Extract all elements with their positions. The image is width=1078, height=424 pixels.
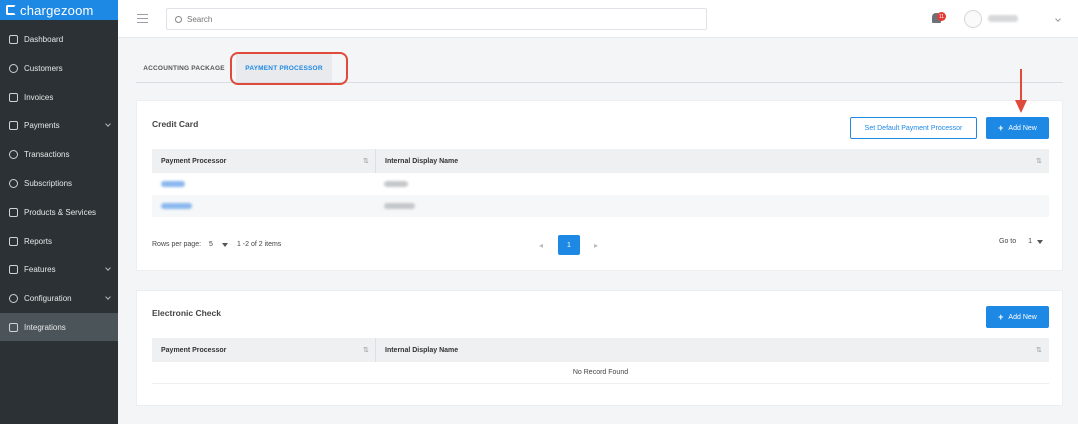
sidebar-item-label: Features bbox=[24, 264, 56, 274]
button-label: Add New bbox=[1008, 313, 1037, 321]
column-header-payment-processor[interactable]: Payment Processor bbox=[152, 338, 226, 362]
table-header: Payment Processor ⇅ Internal Display Nam… bbox=[152, 338, 1049, 362]
caret-down-icon[interactable] bbox=[1037, 239, 1044, 244]
plus-icon: + bbox=[998, 312, 1004, 322]
search-box[interactable] bbox=[166, 8, 707, 30]
table-row bbox=[152, 173, 1049, 195]
avatar[interactable] bbox=[964, 10, 982, 28]
integration-icon bbox=[9, 322, 18, 332]
chevron-down-icon bbox=[105, 294, 111, 300]
table-row bbox=[152, 195, 1049, 217]
caret-down-icon[interactable] bbox=[221, 242, 228, 247]
sidebar-item-transactions[interactable]: Transactions bbox=[0, 140, 118, 168]
page-number-button[interactable]: 1 bbox=[558, 235, 580, 255]
search-icon bbox=[175, 15, 182, 23]
notification-badge: 11 bbox=[937, 12, 946, 21]
tag-icon bbox=[9, 264, 18, 274]
sidebar: chargezoom Dashboard Customers Invoices … bbox=[0, 0, 118, 424]
sidebar-item-label: Integrations bbox=[24, 322, 66, 332]
chevron-down-icon bbox=[105, 121, 111, 127]
sidebar-item-subscriptions[interactable]: Subscriptions bbox=[0, 169, 118, 197]
set-default-processor-button[interactable]: Set Default Payment Processor bbox=[850, 117, 977, 139]
table-header: Payment Processor ⇅ Internal Display Nam… bbox=[152, 149, 1049, 173]
column-header-internal-display-name[interactable]: Internal Display Name bbox=[376, 338, 458, 362]
app-logo[interactable]: chargezoom bbox=[0, 0, 118, 20]
user-name-redacted[interactable] bbox=[988, 15, 1018, 22]
sort-icon[interactable]: ⇅ bbox=[363, 346, 369, 354]
sidebar-item-integrations[interactable]: Integrations bbox=[0, 313, 118, 341]
electronic-check-table: Payment Processor ⇅ Internal Display Nam… bbox=[152, 338, 1049, 385]
rows-per-page-label: Rows per page: bbox=[152, 241, 202, 248]
sidebar-item-label: Invoices bbox=[24, 92, 54, 102]
sidebar-item-label: Transactions bbox=[24, 149, 70, 159]
home-icon bbox=[9, 34, 18, 44]
section-title: Credit Card bbox=[152, 119, 199, 129]
app-name: chargezoom bbox=[20, 2, 94, 18]
sidebar-item-reports[interactable]: Reports bbox=[0, 227, 118, 255]
refresh-icon bbox=[9, 178, 18, 188]
box-icon bbox=[9, 207, 18, 217]
range-text: 1 -2 of 2 items bbox=[236, 241, 282, 248]
chevron-down-icon[interactable] bbox=[1055, 16, 1061, 22]
sidebar-item-products-services[interactable]: Products & Services bbox=[0, 198, 118, 226]
invoice-icon bbox=[9, 92, 18, 102]
bar-chart-icon bbox=[9, 236, 18, 246]
sidebar-item-invoices[interactable]: Invoices bbox=[0, 83, 118, 111]
chevron-down-icon bbox=[105, 265, 111, 271]
sidebar-item-customers[interactable]: Customers bbox=[0, 54, 118, 82]
wallet-icon bbox=[9, 120, 18, 130]
goto-page-select[interactable]: 1 bbox=[1028, 238, 1032, 245]
users-icon bbox=[9, 63, 18, 73]
processor-link-redacted[interactable] bbox=[161, 203, 192, 209]
button-label: Add New bbox=[1008, 124, 1037, 132]
sort-icon[interactable]: ⇅ bbox=[1036, 346, 1042, 354]
sidebar-item-label: Configuration bbox=[24, 293, 72, 303]
section-title: Electronic Check bbox=[152, 308, 221, 318]
gear-icon bbox=[9, 293, 18, 303]
display-name-redacted bbox=[384, 181, 408, 187]
prev-page-icon[interactable]: ◂ bbox=[539, 241, 543, 250]
add-new-electronic-check-button[interactable]: + Add New bbox=[986, 306, 1049, 328]
annotation-arrow-shaft bbox=[1020, 69, 1022, 101]
sidebar-item-label: Dashboard bbox=[24, 34, 64, 44]
sidebar-item-configuration[interactable]: Configuration bbox=[0, 284, 118, 312]
logo-icon bbox=[6, 5, 16, 15]
next-page-icon[interactable]: ▸ bbox=[594, 241, 598, 250]
goto-page: Go to 1 bbox=[999, 238, 1044, 245]
sidebar-item-dashboard[interactable]: Dashboard bbox=[0, 25, 118, 53]
column-header-payment-processor[interactable]: Payment Processor bbox=[152, 149, 226, 173]
empty-state-text: No Record Found bbox=[152, 362, 1049, 384]
goto-label: Go to bbox=[999, 238, 1017, 245]
processor-link-redacted[interactable] bbox=[161, 181, 185, 187]
rows-per-page-select[interactable]: 5 bbox=[209, 241, 213, 248]
dollar-icon bbox=[9, 149, 18, 159]
tab-accounting-package[interactable]: ACCOUNTING PACKAGE bbox=[136, 54, 232, 82]
annotation-highlight-box bbox=[230, 52, 348, 85]
sidebar-item-label: Subscriptions bbox=[24, 178, 73, 188]
sidebar-item-label: Reports bbox=[24, 236, 53, 246]
menu-icon[interactable] bbox=[137, 14, 148, 23]
annotation-arrow-icon bbox=[1015, 100, 1027, 113]
sidebar-item-payments[interactable]: Payments bbox=[0, 111, 118, 139]
add-new-credit-card-button[interactable]: + Add New bbox=[986, 117, 1049, 139]
top-header: 11 bbox=[118, 0, 1078, 38]
sidebar-item-label: Payments bbox=[24, 120, 60, 130]
sidebar-item-label: Customers bbox=[24, 63, 63, 73]
plus-icon: + bbox=[998, 123, 1004, 133]
sort-icon[interactable]: ⇅ bbox=[1036, 157, 1042, 165]
display-name-redacted bbox=[384, 203, 415, 209]
credit-card-section: Credit Card Set Default Payment Processo… bbox=[136, 100, 1063, 271]
credit-card-table: Payment Processor ⇅ Internal Display Nam… bbox=[152, 149, 1049, 217]
sort-icon[interactable]: ⇅ bbox=[363, 157, 369, 165]
column-header-internal-display-name[interactable]: Internal Display Name bbox=[376, 149, 458, 173]
sidebar-item-label: Products & Services bbox=[24, 207, 97, 217]
sidebar-item-features[interactable]: Features bbox=[0, 255, 118, 283]
electronic-check-section: Electronic Check + Add New Payment Proce… bbox=[136, 290, 1063, 406]
rows-per-page: Rows per page: 5 1 -2 of 2 items bbox=[152, 241, 281, 248]
search-input[interactable] bbox=[187, 14, 687, 24]
